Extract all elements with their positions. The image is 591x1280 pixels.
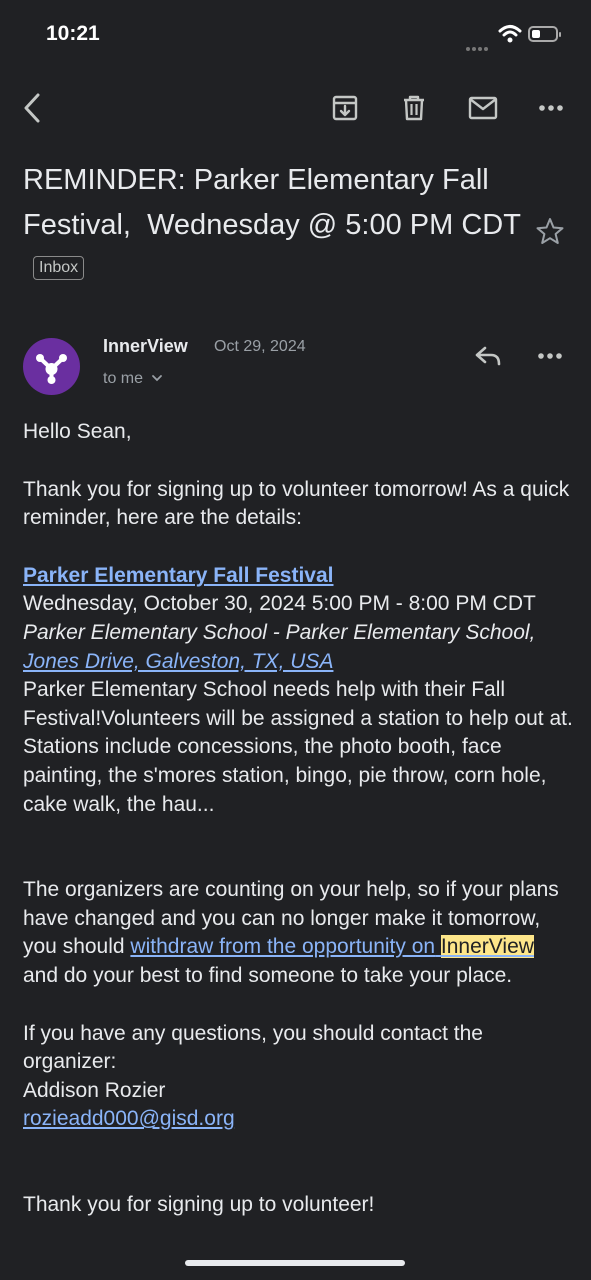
event-title-link[interactable]: Parker Elementary Fall Festival — [23, 564, 334, 587]
greeting: Hello Sean, — [23, 420, 132, 443]
event-description: Parker Elementary School needs help with… — [23, 678, 573, 816]
closing-text: Thank you for signing up to volunteer! — [23, 1192, 375, 1216]
delete-button[interactable] — [396, 90, 432, 126]
home-indicator[interactable] — [185, 1260, 405, 1266]
chevron-down-icon — [152, 375, 163, 382]
archive-icon — [332, 95, 358, 121]
recipient-label: to me — [103, 370, 144, 387]
back-button[interactable] — [14, 90, 50, 126]
organizer-name: Addison Rozier — [23, 1078, 166, 1102]
email-subject: REMINDER: Parker Elementary Fall Festiva… — [23, 158, 523, 293]
status-bar: 10:21 — [0, 0, 591, 70]
signal-icon — [466, 38, 490, 56]
status-time: 10:21 — [46, 22, 100, 45]
reply-button[interactable] — [470, 338, 506, 374]
organizer-email-link[interactable]: rozieadd000@gisd.org — [23, 1107, 235, 1130]
recipient-toggle[interactable]: to me — [103, 370, 163, 388]
event-datetime: Wednesday, October 30, 2024 5:00 PM - 8:… — [23, 592, 536, 616]
organizers-paragraph: The organizers are counting on your help… — [23, 876, 573, 990]
innerview-highlight: InnerView — [440, 935, 534, 959]
inbox-label-chip[interactable]: Inbox — [33, 256, 85, 281]
questions-text: If you have any questions, you should co… — [23, 1021, 483, 1074]
back-arrow-icon — [24, 93, 40, 123]
email-body: Hello Sean, Thank you for signing up to … — [23, 418, 573, 1219]
more-icon — [539, 105, 563, 111]
email-toolbar — [0, 84, 591, 134]
trash-icon — [404, 95, 424, 121]
event-location: Parker Elementary School - Parker Elemen… — [23, 619, 573, 676]
more-options-button[interactable] — [533, 90, 569, 126]
withdraw-link[interactable]: withdraw from the opportunity on InnerVi… — [130, 935, 534, 959]
location-address-link[interactable]: Jones Drive, Galveston, TX, USA — [23, 650, 333, 673]
archive-button[interactable] — [327, 90, 363, 126]
sender-avatar[interactable] — [23, 338, 80, 395]
star-icon — [536, 218, 564, 244]
reply-icon — [475, 346, 501, 366]
mail-icon — [468, 96, 498, 120]
organizers-suffix: and do your best to find someone to take… — [23, 963, 513, 987]
innerview-logo-icon — [36, 354, 67, 384]
intro-paragraph: Thank you for signing up to volunteer to… — [23, 477, 570, 530]
more-icon — [538, 353, 562, 359]
message-more-button[interactable] — [532, 338, 568, 374]
subject-text: REMINDER: Parker Elementary Fall Festiva… — [23, 164, 521, 241]
sender-name[interactable]: InnerView — [103, 336, 188, 357]
mark-unread-button[interactable] — [465, 90, 501, 126]
wifi-icon — [498, 24, 522, 49]
location-name: Parker Elementary School - Parker Elemen… — [23, 620, 536, 644]
email-date: Oct 29, 2024 — [214, 338, 306, 355]
withdraw-link-text: withdraw from the opportunity on — [130, 935, 436, 959]
star-button[interactable] — [535, 216, 565, 251]
battery-icon — [528, 26, 561, 42]
